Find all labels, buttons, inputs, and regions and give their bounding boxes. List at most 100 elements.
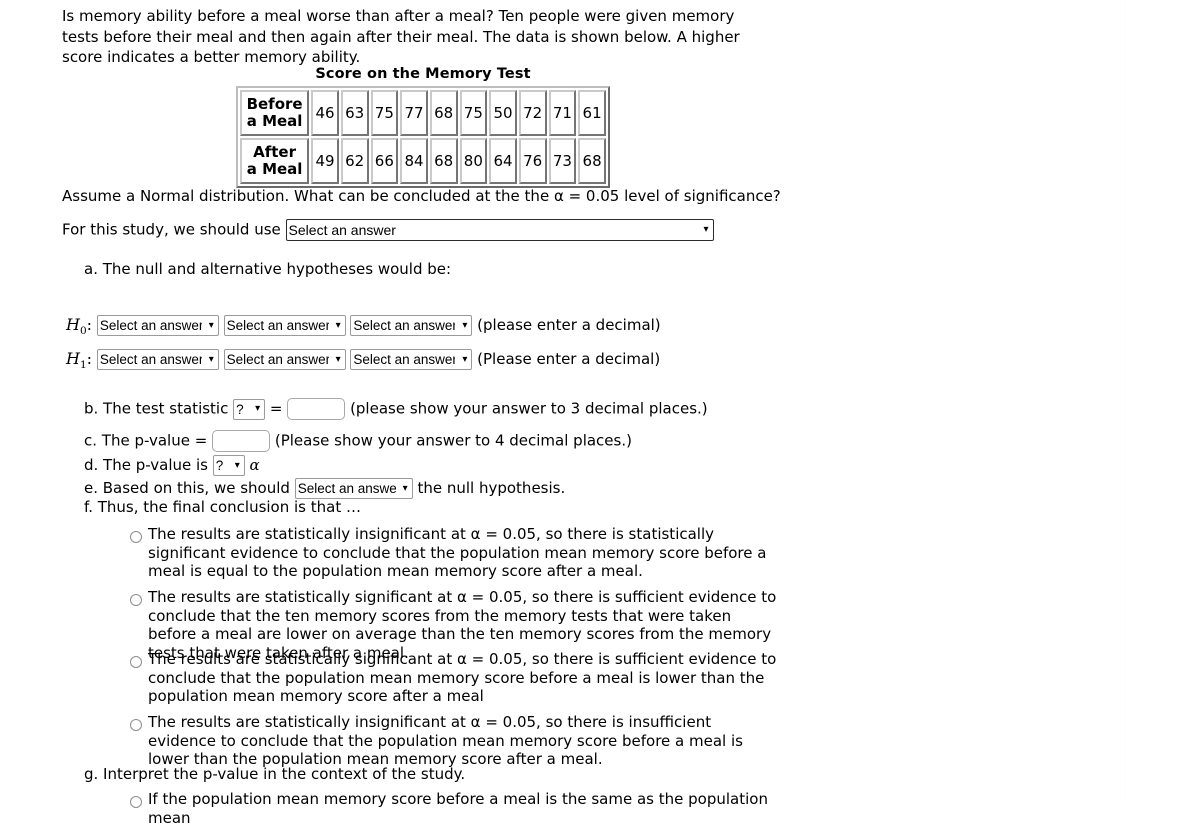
cell-after-8: 76 bbox=[518, 138, 547, 184]
conclusion-option-3[interactable]: The results are statistically significan… bbox=[130, 650, 780, 706]
cell-before-10: 61 bbox=[578, 90, 606, 136]
cell-before-1: 46 bbox=[311, 90, 339, 136]
interpretation-option-1[interactable]: If the population mean memory score befo… bbox=[130, 790, 780, 827]
part-c-row: c. The p-value = (Please show your answe… bbox=[84, 430, 632, 452]
h0-value-select-wrap[interactable]: Select an answer ▾ bbox=[350, 315, 473, 336]
h0-operator-select[interactable]: Select an answer bbox=[223, 315, 346, 336]
cell-after-9: 73 bbox=[548, 138, 577, 184]
study-method-select[interactable]: Select an answer bbox=[285, 219, 714, 241]
radio-wrap[interactable] bbox=[130, 525, 142, 546]
part-e-label: e. Based on this, we should bbox=[84, 479, 290, 497]
conclusion-option-4-label: The results are statistically insignific… bbox=[148, 713, 743, 768]
part-b-row: b. The test statistic ? ▾ = (please show… bbox=[84, 398, 708, 420]
cell-before-5: 68 bbox=[429, 90, 458, 136]
assumption-text: Assume a Normal distribution. What can b… bbox=[62, 187, 781, 205]
part-c-label: c. The p-value = bbox=[84, 431, 208, 450]
part-b-note: (please show your answer to 3 decimal pl… bbox=[350, 399, 708, 418]
h1-operator-select[interactable]: Select an answer bbox=[223, 349, 346, 370]
p-value-comparison-select[interactable]: ? bbox=[212, 455, 245, 476]
h1-operator-select-wrap[interactable]: Select an answer ▾ bbox=[223, 349, 346, 370]
interpretation-option-1-label: If the population mean memory score befo… bbox=[148, 790, 768, 827]
page-edge-artifact bbox=[1125, 0, 1126, 803]
h0-value-select[interactable]: Select an answer bbox=[350, 315, 473, 336]
study-use-label: For this study, we should use bbox=[62, 220, 281, 239]
cell-after-6: 80 bbox=[459, 138, 488, 184]
memory-score-table-block: Score on the Memory Test Before a Meal 4… bbox=[236, 66, 610, 188]
part-d-label: d. The p-value is bbox=[84, 456, 208, 474]
table-row: Before a Meal 46 63 75 77 68 75 50 72 71… bbox=[240, 90, 606, 136]
conclusion-radio-1[interactable] bbox=[130, 530, 142, 543]
cell-before-4: 77 bbox=[400, 90, 428, 136]
h0-colon: : bbox=[86, 315, 93, 334]
part-d-row: d. The p-value is ? ▾ α bbox=[84, 455, 260, 476]
conclusion-option-1[interactable]: The results are statistically insignific… bbox=[130, 525, 780, 581]
part-e-row: e. Based on this, we should Select an an… bbox=[84, 478, 565, 499]
cell-after-7: 64 bbox=[489, 138, 517, 184]
h1-param-select-wrap[interactable]: Select an answer ▾ bbox=[96, 349, 219, 370]
test-statistic-input[interactable] bbox=[287, 398, 346, 420]
h1-row: H1: Select an answer ▾ Select an answer … bbox=[66, 349, 660, 371]
radio-wrap[interactable] bbox=[130, 713, 142, 734]
part-b-label: b. The test statistic bbox=[84, 399, 229, 418]
decision-select[interactable]: Select an answer bbox=[294, 478, 413, 499]
cell-after-2: 62 bbox=[340, 138, 369, 184]
cell-before-8: 72 bbox=[518, 90, 547, 136]
part-f-label: f. Thus, the final conclusion is that … bbox=[84, 498, 361, 516]
test-statistic-equals: = bbox=[269, 399, 283, 418]
part-g-label: g. Interpret the p-value in the context … bbox=[84, 765, 466, 783]
conclusion-option-4[interactable]: The results are statistically insignific… bbox=[130, 713, 780, 769]
h0-operator-select-wrap[interactable]: Select an answer ▾ bbox=[223, 315, 346, 336]
radio-wrap[interactable] bbox=[130, 588, 142, 609]
test-statistic-type-select-wrap[interactable]: ? ▾ bbox=[233, 398, 266, 420]
h1-parameter-select[interactable]: Select an answer bbox=[96, 349, 219, 370]
cell-before-3: 75 bbox=[370, 90, 399, 136]
h0-parameter-select[interactable]: Select an answer bbox=[96, 315, 219, 336]
conclusion-radio-4[interactable] bbox=[130, 718, 142, 731]
test-statistic-type-select[interactable]: ? bbox=[233, 398, 266, 420]
cell-before-2: 63 bbox=[340, 90, 369, 136]
h1-value-select[interactable]: Select an answer bbox=[350, 349, 473, 370]
conclusion-option-1-label: The results are statistically insignific… bbox=[148, 525, 767, 580]
alpha-symbol: α bbox=[249, 456, 260, 474]
decision-select-wrap[interactable]: Select an answer ▾ bbox=[294, 478, 413, 499]
radio-wrap[interactable] bbox=[130, 790, 142, 811]
p-value-comparison-select-wrap[interactable]: ? ▾ bbox=[212, 455, 245, 476]
study-use-row: For this study, we should use Select an … bbox=[62, 219, 714, 241]
row-header-before-line2: a Meal bbox=[246, 112, 303, 130]
table-row: After a Meal 49 62 66 84 68 80 64 76 73 … bbox=[240, 138, 606, 184]
row-header-after-line1: After bbox=[253, 143, 297, 161]
h1-colon: : bbox=[86, 349, 93, 368]
cell-after-1: 49 bbox=[311, 138, 339, 184]
h0-symbol: H0 bbox=[66, 315, 87, 338]
cell-after-10: 68 bbox=[578, 138, 606, 184]
h0-note: (please enter a decimal) bbox=[477, 316, 661, 334]
cell-before-9: 71 bbox=[548, 90, 577, 136]
h0-param-select-wrap[interactable]: Select an answer ▾ bbox=[96, 315, 219, 336]
row-header-after: After a Meal bbox=[240, 138, 310, 184]
problem-intro: Is memory ability before a meal worse th… bbox=[62, 7, 740, 66]
conclusion-radio-2[interactable] bbox=[130, 593, 142, 606]
cell-after-4: 84 bbox=[400, 138, 428, 184]
worksheet-page: Is memory ability before a meal worse th… bbox=[0, 0, 1200, 827]
part-a-label: a. The null and alternative hypotheses w… bbox=[84, 260, 452, 278]
study-method-select-wrap[interactable]: Select an answer ▾ bbox=[285, 219, 714, 241]
memory-score-table: Before a Meal 46 63 75 77 68 75 50 72 71… bbox=[236, 86, 610, 188]
h1-symbol: H1 bbox=[66, 349, 87, 372]
cell-before-6: 75 bbox=[459, 90, 488, 136]
row-header-after-line2: a Meal bbox=[246, 160, 303, 178]
p-value-input[interactable] bbox=[212, 430, 271, 452]
h0-row: H0: Select an answer ▾ Select an answer … bbox=[66, 315, 661, 337]
row-header-before: Before a Meal bbox=[240, 90, 310, 136]
radio-wrap[interactable] bbox=[130, 650, 142, 671]
conclusion-option-3-label: The results are statistically significan… bbox=[148, 650, 777, 705]
cell-before-7: 50 bbox=[489, 90, 517, 136]
part-c-note: (Please show your answer to 4 decimal pl… bbox=[274, 431, 632, 450]
row-header-before-line1: Before bbox=[246, 95, 303, 113]
part-e-suffix: the null hypothesis. bbox=[417, 479, 566, 497]
conclusion-radio-3[interactable] bbox=[130, 655, 142, 668]
cell-after-3: 66 bbox=[370, 138, 399, 184]
interpretation-radio-1[interactable] bbox=[130, 795, 142, 808]
table-caption: Score on the Memory Test bbox=[315, 66, 531, 82]
h1-value-select-wrap[interactable]: Select an answer ▾ bbox=[350, 349, 473, 370]
h1-note: (Please enter a decimal) bbox=[477, 350, 661, 368]
